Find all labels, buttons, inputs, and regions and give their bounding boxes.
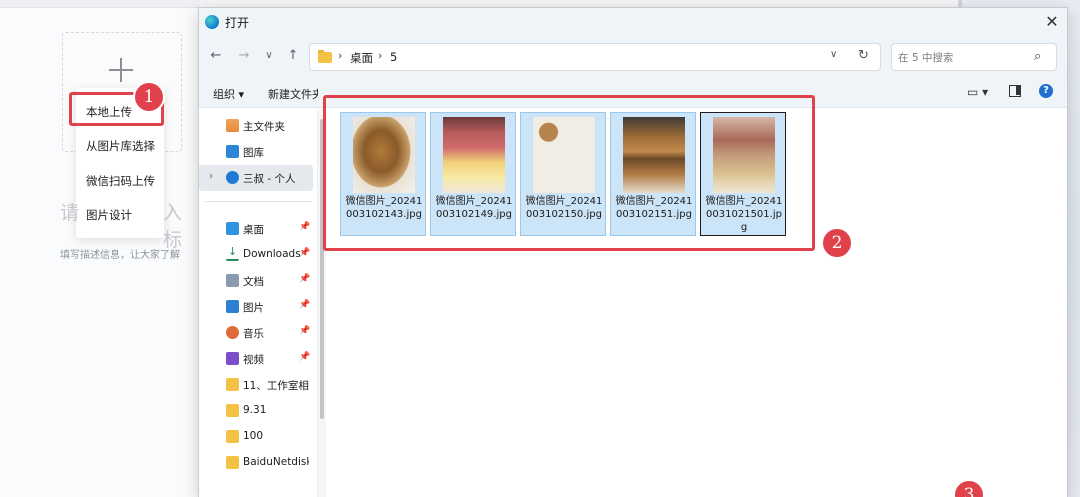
sidebar-divider [205, 201, 313, 202]
sidebar-item-label: 11、工作室相关 [243, 380, 309, 392]
back-arrow-icon[interactable]: ← [208, 48, 224, 64]
background-page: 本地上传 从图片库选择 微信扫码上传 图片设计 请 入标 填写描述信息，让大家了… [0, 0, 200, 497]
recent-locations-chevron-icon[interactable]: ∨ [261, 48, 277, 64]
sidebar-item-gallery[interactable]: 图库 [199, 139, 313, 165]
pin-icon: 📌 [299, 274, 311, 284]
sidebar-item-home[interactable]: 主文件夹 [199, 113, 313, 139]
sidebar-item-music[interactable]: 音乐 📌 [199, 320, 313, 346]
onedrive-icon [226, 171, 239, 184]
pin-icon: 📌 [299, 222, 311, 232]
view-options-button[interactable]: ▭ ▾ [967, 85, 988, 99]
sidebar-item-label: 主文件夹 [243, 121, 285, 133]
sidebar-item-folder-100[interactable]: 100 [199, 424, 313, 450]
preview-pane-icon[interactable] [1009, 85, 1021, 97]
breadcrumb-desktop[interactable]: 桌面 [350, 50, 373, 66]
download-icon [226, 245, 239, 261]
breadcrumb-separator: › [338, 49, 343, 62]
background-description-fragment: 填写描述信息，让大家了解 [60, 250, 180, 261]
navigation-bar: ← → ∨ ↑ › 桌面 › 5 ∨ ↻ ⌕ [199, 36, 1067, 76]
sidebar-item-label: 图库 [243, 147, 264, 159]
music-icon [226, 326, 239, 339]
search-input[interactable] [898, 50, 1028, 66]
image-thumbnail [713, 117, 775, 193]
file-item[interactable]: 微信图片_20241003102143.jpg [340, 112, 426, 236]
home-icon [226, 119, 239, 132]
sidebar-item-label: BaiduNetdiskD [243, 456, 309, 468]
image-thumbnail [623, 117, 685, 193]
sidebar-item-pictures[interactable]: 图片 📌 [199, 294, 313, 320]
sidebar-item-downloads[interactable]: Downloads 📌 [199, 242, 313, 268]
menu-item-image-design[interactable]: 图片设计 [86, 207, 132, 223]
sidebar-item-documents[interactable]: 文档 📌 [199, 268, 313, 294]
file-item-focused[interactable]: 微信图片_202410031021501.jpg [700, 112, 786, 236]
expand-chevron-icon[interactable]: › [209, 171, 213, 182]
pin-icon: 📌 [299, 326, 311, 336]
video-icon [226, 352, 239, 365]
background-title-fragment-tail: 入标 [163, 202, 183, 251]
file-list-area[interactable]: 微信图片_20241003102143.jpg 微信图片_20241003102… [326, 109, 1067, 497]
breadcrumb-folder-5[interactable]: 5 [390, 50, 397, 64]
file-item[interactable]: 微信图片_20241003102150.jpg [520, 112, 606, 236]
file-item[interactable]: 微信图片_20241003102151.jpg [610, 112, 696, 236]
image-thumbnail [533, 117, 595, 193]
help-icon[interactable]: ? [1039, 84, 1053, 98]
file-name: 微信图片_20241003102150.jpg [525, 196, 603, 220]
desktop-icon [226, 222, 239, 235]
folder-icon [226, 404, 239, 417]
gallery-icon [226, 145, 239, 158]
address-history-chevron-icon[interactable]: ∨ [830, 49, 837, 60]
folder-icon [226, 430, 239, 443]
file-name: 微信图片_20241003102149.jpg [435, 196, 513, 220]
background-title-fragment: 请 [60, 202, 81, 224]
sidebar-scrollbar-thumb[interactable] [320, 119, 324, 419]
sidebar-item-label: 9.31 [243, 404, 267, 416]
sidebar-item-label: 三叔 - 个人 [243, 173, 296, 185]
file-name: 微信图片_202410031021501.jpg [705, 196, 783, 233]
sidebar-item-videos[interactable]: 视频 📌 [199, 346, 313, 372]
step-badge-1: 1 [133, 81, 165, 113]
image-thumbnail [443, 117, 505, 193]
edge-browser-icon [205, 15, 219, 29]
folder-icon [318, 50, 332, 63]
menu-item-from-gallery[interactable]: 从图片库选择 [86, 138, 155, 154]
breadcrumb-separator: › [378, 49, 383, 62]
organize-button[interactable]: 组织 ▾ [213, 86, 244, 102]
sidebar-item-folder-baidunetdisk[interactable]: BaiduNetdiskD [199, 450, 313, 476]
plus-icon[interactable] [109, 58, 133, 82]
menu-item-wechat-scan-upload[interactable]: 微信扫码上传 [86, 173, 155, 189]
open-file-dialog: 打开 ✕ ← → ∨ ↑ › 桌面 › 5 ∨ ↻ ⌕ 组织 ▾ 新建文件夹 ▭… [198, 7, 1068, 497]
up-arrow-icon[interactable]: ↑ [285, 48, 301, 64]
file-item[interactable]: 微信图片_20241003102149.jpg [430, 112, 516, 236]
navigation-pane: 主文件夹 图库 › 三叔 - 个人 桌面 📌 Downloads 📌 文档 📌 [199, 109, 317, 497]
pin-icon: 📌 [299, 248, 311, 258]
new-folder-button[interactable]: 新建文件夹 [268, 86, 318, 102]
refresh-icon[interactable]: ↻ [858, 48, 869, 63]
background-topbar [0, 0, 200, 8]
pictures-icon [226, 300, 239, 313]
dialog-title: 打开 [225, 16, 250, 30]
documents-icon [226, 274, 239, 287]
folder-icon [226, 378, 239, 391]
image-thumbnail [353, 117, 415, 193]
sidebar-scrollbar[interactable] [317, 109, 326, 497]
search-icon[interactable]: ⌕ [1034, 49, 1041, 64]
pin-icon: 📌 [299, 352, 311, 362]
sidebar-item-folder-studio[interactable]: 11、工作室相关 [199, 372, 313, 398]
sidebar-item-label: 100 [243, 430, 264, 442]
sidebar-item-folder-9-31[interactable]: 9.31 [199, 398, 313, 424]
step-badge-2: 2 [821, 227, 853, 259]
address-bar[interactable]: › 桌面 › 5 ∨ ↻ [309, 43, 881, 71]
search-box[interactable]: ⌕ [891, 43, 1057, 71]
forward-arrow-icon[interactable]: → [236, 48, 252, 64]
pin-icon: 📌 [299, 300, 311, 310]
folder-icon [226, 456, 239, 469]
sidebar-item-onedrive-personal[interactable]: › 三叔 - 个人 [199, 165, 313, 191]
file-name: 微信图片_20241003102151.jpg [615, 196, 693, 220]
command-toolbar: 组织 ▾ 新建文件夹 ▭ ▾ ? [199, 76, 1067, 108]
sidebar-item-desktop[interactable]: 桌面 📌 [199, 216, 313, 242]
dialog-titlebar: 打开 ✕ [199, 8, 1067, 36]
file-name: 微信图片_20241003102143.jpg [345, 196, 423, 220]
close-icon[interactable]: ✕ [1042, 12, 1062, 32]
